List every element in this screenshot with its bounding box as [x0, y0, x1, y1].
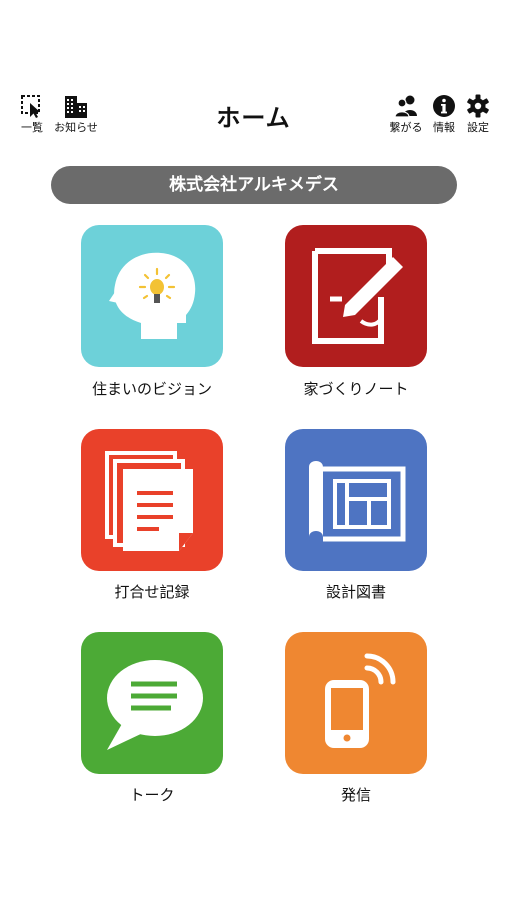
send-tile[interactable]	[285, 632, 427, 774]
talk-tile[interactable]	[81, 632, 223, 774]
phone-signal-icon	[285, 632, 427, 774]
documents-stack-icon	[81, 429, 223, 571]
talk-label: トーク	[129, 786, 175, 804]
meeting-records-tile[interactable]	[81, 429, 223, 571]
info-icon	[433, 95, 455, 117]
note-tile[interactable]	[285, 225, 427, 367]
vision-tile[interactable]	[81, 225, 223, 367]
vision-label: 住まいのビジョン	[91, 380, 212, 398]
settings-label: 設定	[467, 121, 489, 134]
send-label: 発信	[340, 786, 371, 804]
chat-bubble-icon	[81, 632, 223, 774]
company-name-bar: 株式会社アルキメデス	[51, 166, 457, 204]
head-lightbulb-icon	[81, 225, 223, 367]
design-documents-tile[interactable]	[285, 429, 427, 571]
note-pen-icon	[285, 225, 427, 367]
connect-button[interactable]: 繋がる	[386, 94, 426, 134]
settings-button[interactable]: 設定	[463, 94, 493, 134]
meeting-records-label: 打合せ記録	[114, 583, 190, 601]
note-label: 家づくりノート	[303, 380, 409, 398]
blueprint-icon	[285, 429, 427, 571]
info-button[interactable]: 情報	[429, 94, 459, 134]
design-documents-label: 設計図書	[325, 583, 386, 601]
users-icon	[394, 95, 417, 118]
gear-icon	[467, 94, 489, 118]
connect-label: 繋がる	[389, 121, 423, 134]
info-label: 情報	[433, 121, 455, 134]
